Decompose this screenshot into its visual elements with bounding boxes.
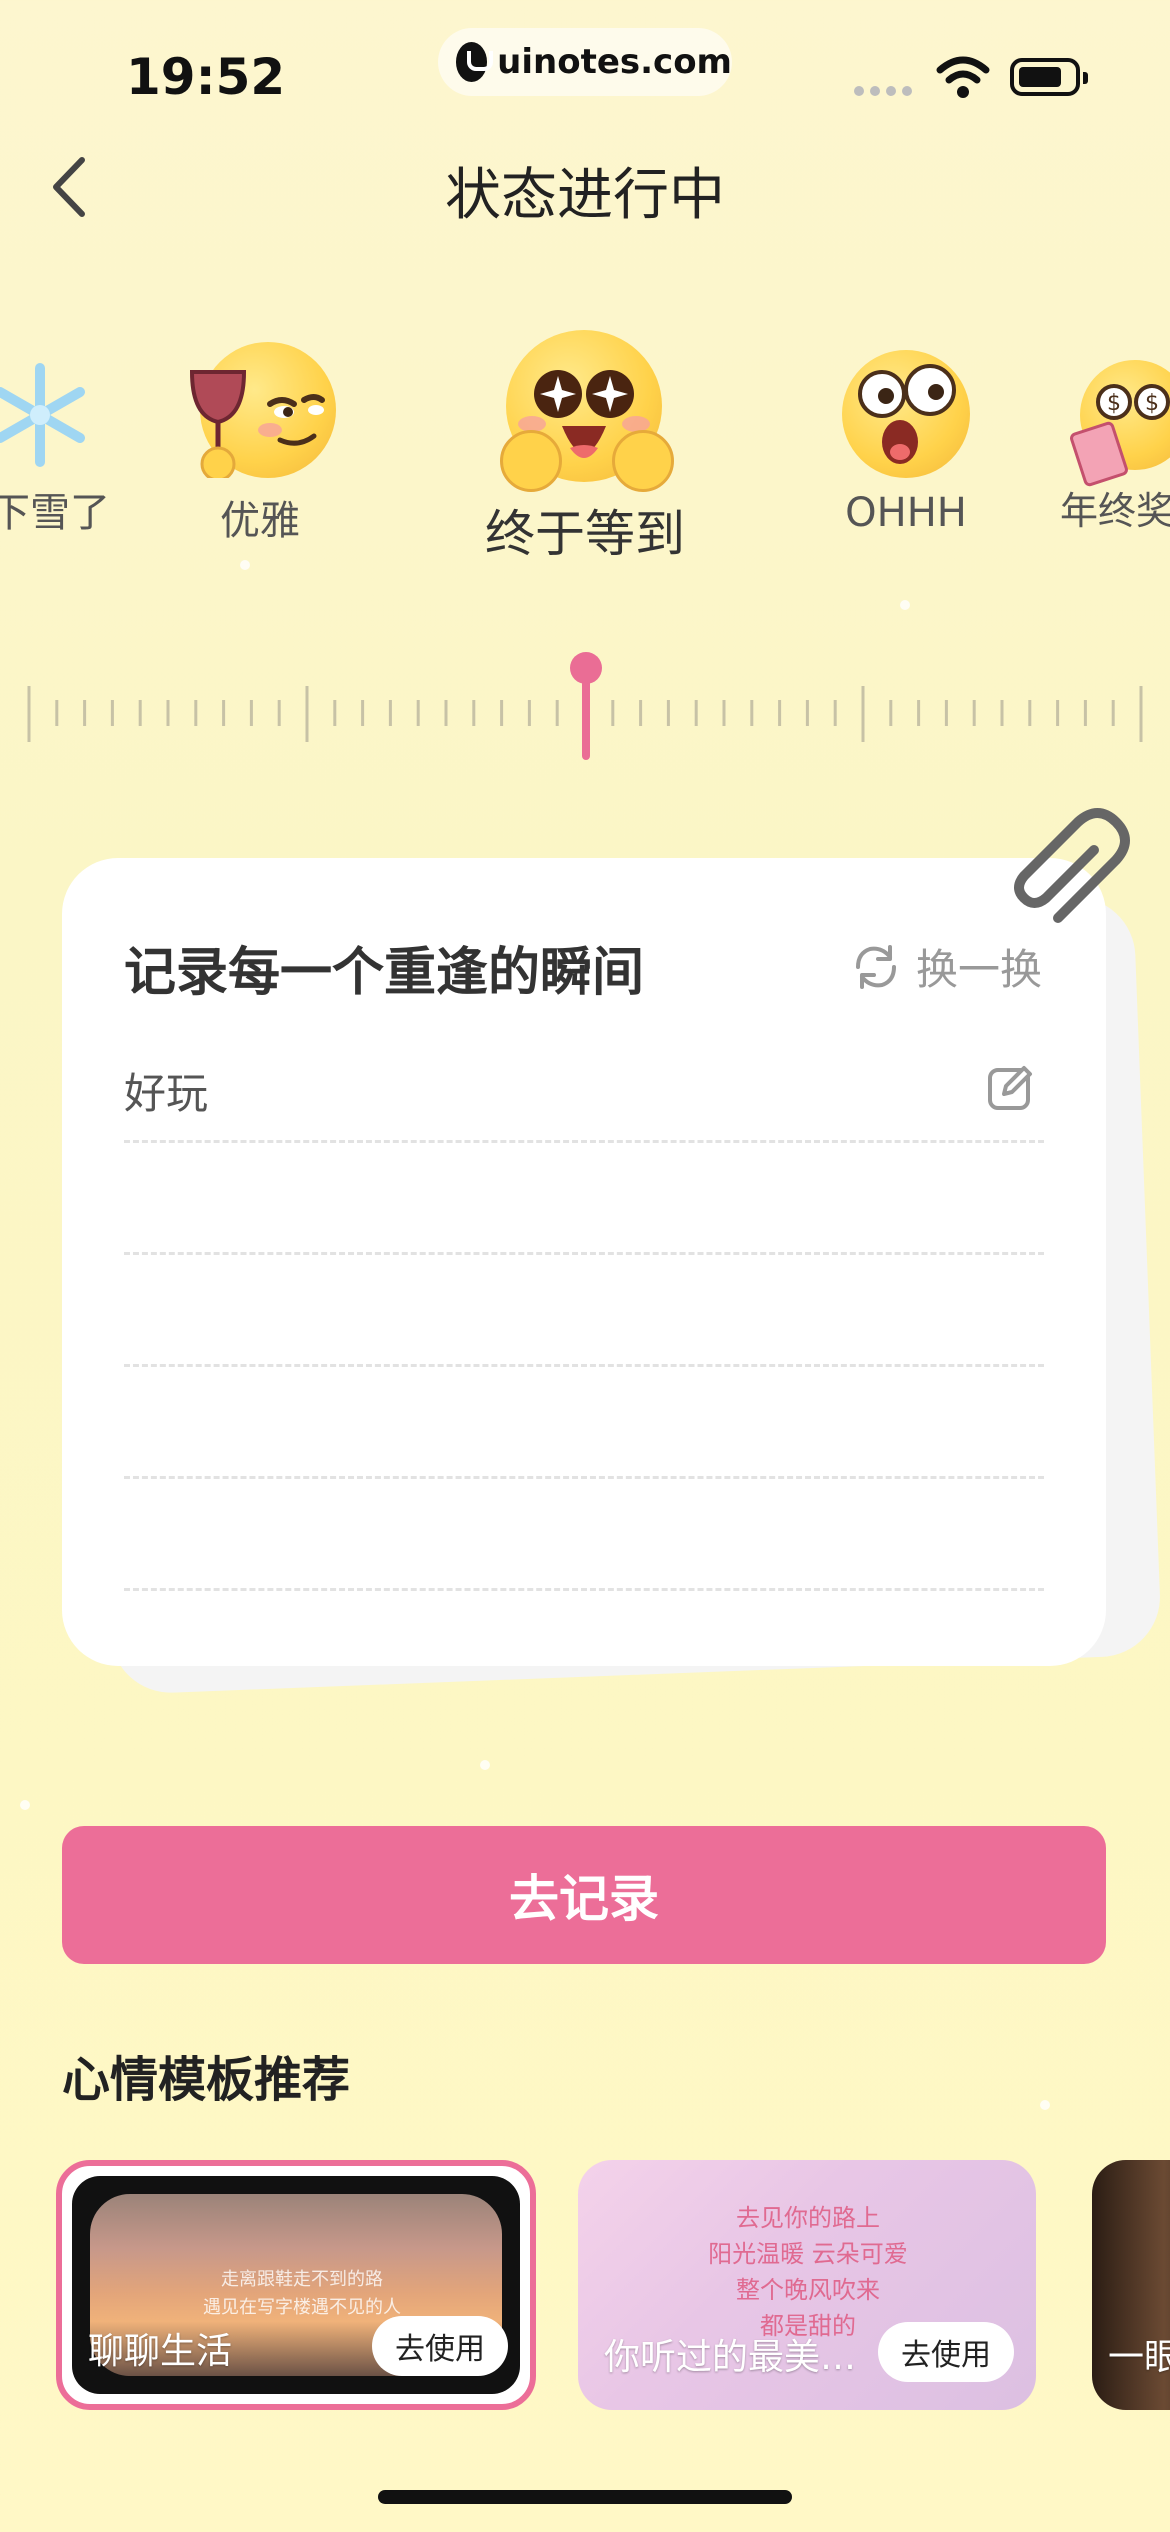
note-line (124, 1140, 1044, 1143)
template-label: 一眼 (1108, 2337, 1170, 2378)
ruler-knob[interactable] (570, 652, 602, 684)
snow-dot (480, 1760, 490, 1770)
go-record-button[interactable]: 去记录 (62, 1826, 1106, 1964)
svg-text:$: $ (1145, 391, 1159, 416)
snow-dot (240, 560, 250, 570)
use-template-button[interactable]: 去使用 (372, 2316, 508, 2376)
template-card[interactable]: 一眼 (1092, 2160, 1170, 2410)
wifi-icon (936, 56, 990, 98)
emoji-label[interactable]: OHHH (826, 490, 986, 536)
use-template-button[interactable]: 去使用 (878, 2322, 1014, 2382)
refresh-icon (856, 944, 896, 989)
template-card[interactable]: 去见你的路上 阳光温暖 云朵可爱 整个晚风吹来 都是甜的 你听过的最美… 去使用 (578, 2160, 1036, 2410)
emoji-hand (500, 430, 562, 492)
template-card-selected[interactable]: 走离跟鞋走不到的路 遇见在写字楼遇不见的人 聊聊生活 去使用 (56, 2160, 536, 2410)
note-line (124, 1364, 1044, 1367)
ruler-indicator[interactable] (582, 676, 590, 760)
note-line (124, 1252, 1044, 1255)
emoji-hand (612, 430, 674, 492)
emoji-label[interactable]: 下雪了 (0, 480, 130, 538)
svg-text:$: $ (1107, 391, 1121, 416)
status-time: 19:52 (126, 48, 286, 106)
section-title: 心情模板推荐 (62, 2052, 351, 2108)
snow-dot (1040, 2100, 1050, 2110)
refresh-label: 换一换 (916, 945, 1043, 994)
url-text: uinotes.com (497, 42, 732, 82)
url-pill: uinotes.com (438, 28, 732, 96)
note-line (124, 1476, 1044, 1479)
paperclip-icon (1014, 808, 1130, 923)
emoji-label[interactable]: 年终奖 (1060, 480, 1170, 535)
page-title: 状态进行中 (445, 163, 725, 228)
home-indicator (378, 2490, 792, 2504)
site-logo-icon (456, 42, 494, 82)
template-poem: 走离跟鞋走不到的路 遇见在写字楼遇不见的人 (203, 2269, 401, 2318)
template-label: 你听过的最美… (604, 2337, 857, 2378)
refresh-button[interactable]: 换一换 (850, 936, 1042, 997)
note-line (124, 1588, 1044, 1591)
template-label: 聊聊生活 (88, 2331, 233, 2372)
snow-dot (900, 600, 910, 610)
card-title: 记录每一个重逢的瞬间 (124, 943, 645, 1003)
snowflake-icon[interactable] (0, 360, 90, 470)
edit-icon[interactable] (986, 1064, 1034, 1112)
battery-icon (1010, 58, 1088, 96)
emoji-label-selected[interactable]: 终于等到 (444, 494, 726, 566)
surprised-emoji[interactable] (842, 350, 970, 478)
cellular-signal-icon (854, 86, 912, 96)
emoji-label[interactable]: 优雅 (180, 488, 340, 546)
wine-glass-icon (189, 370, 247, 478)
snow-dot (20, 1800, 30, 1810)
note-text[interactable]: 好玩 (124, 1060, 208, 1121)
